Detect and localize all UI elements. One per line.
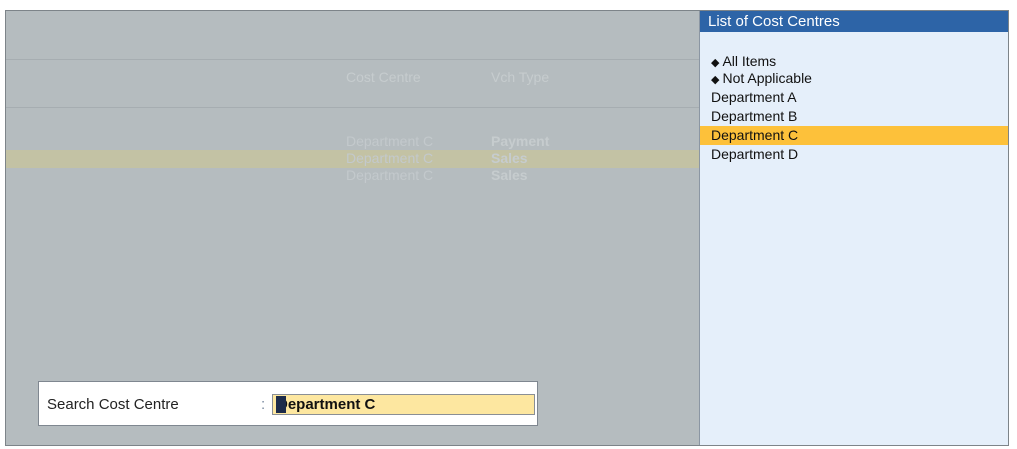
divider <box>6 107 699 108</box>
table-row-vch-type: Sales <box>491 150 528 166</box>
column-header-cost-centre: Cost Centre <box>346 69 421 85</box>
table-row-vch-type: Sales <box>491 167 528 183</box>
list-item-department-d[interactable]: Department D <box>700 145 1008 164</box>
cost-centre-list: ◆ All Items ◆ Not Applicable Department A … <box>700 53 1008 164</box>
app-window: Cost Centre Vch Type Department C Paymen… <box>5 10 1009 446</box>
report-background: Cost Centre Vch Type Department C Paymen… <box>6 11 699 445</box>
column-header-vch-type: Vch Type <box>491 69 550 85</box>
search-cost-centre-panel: Search Cost Centre : <box>38 381 538 426</box>
list-of-cost-centres-panel: List of Cost Centres ◆ All Items ◆ Not App… <box>699 11 1008 445</box>
list-item-label: Department B <box>711 108 798 124</box>
list-item-all-items[interactable]: ◆ All Items <box>700 53 1008 69</box>
list-item-department-a[interactable]: Department A <box>700 88 1008 107</box>
divider <box>6 59 699 60</box>
list-item-label: Department A <box>711 89 797 105</box>
table-row-cost-centre: Department C <box>346 133 434 149</box>
list-item-not-applicable[interactable]: ◆ Not Applicable <box>700 69 1008 88</box>
list-item-department-b[interactable]: Department B <box>700 107 1008 126</box>
table-row-cost-centre: Department C <box>346 150 434 166</box>
list-item-department-c[interactable]: Department C <box>700 126 1008 145</box>
list-title: List of Cost Centres <box>700 11 1008 32</box>
search-cost-centre-input[interactable] <box>272 394 535 415</box>
diamond-bullet-icon: ◆ <box>711 74 720 86</box>
search-separator: : <box>261 396 266 413</box>
search-label: Search Cost Centre <box>47 396 179 413</box>
diamond-bullet-icon: ◆ <box>711 57 720 69</box>
list-item-label: Department C <box>711 127 799 143</box>
table-row-cost-centre: Department C <box>346 167 434 183</box>
list-item-label: Department D <box>711 146 799 162</box>
text-cursor <box>276 396 286 413</box>
table-row-vch-type: Payment <box>491 133 550 149</box>
list-item-label: All Items <box>722 53 777 69</box>
list-item-label: Not Applicable <box>722 70 812 86</box>
